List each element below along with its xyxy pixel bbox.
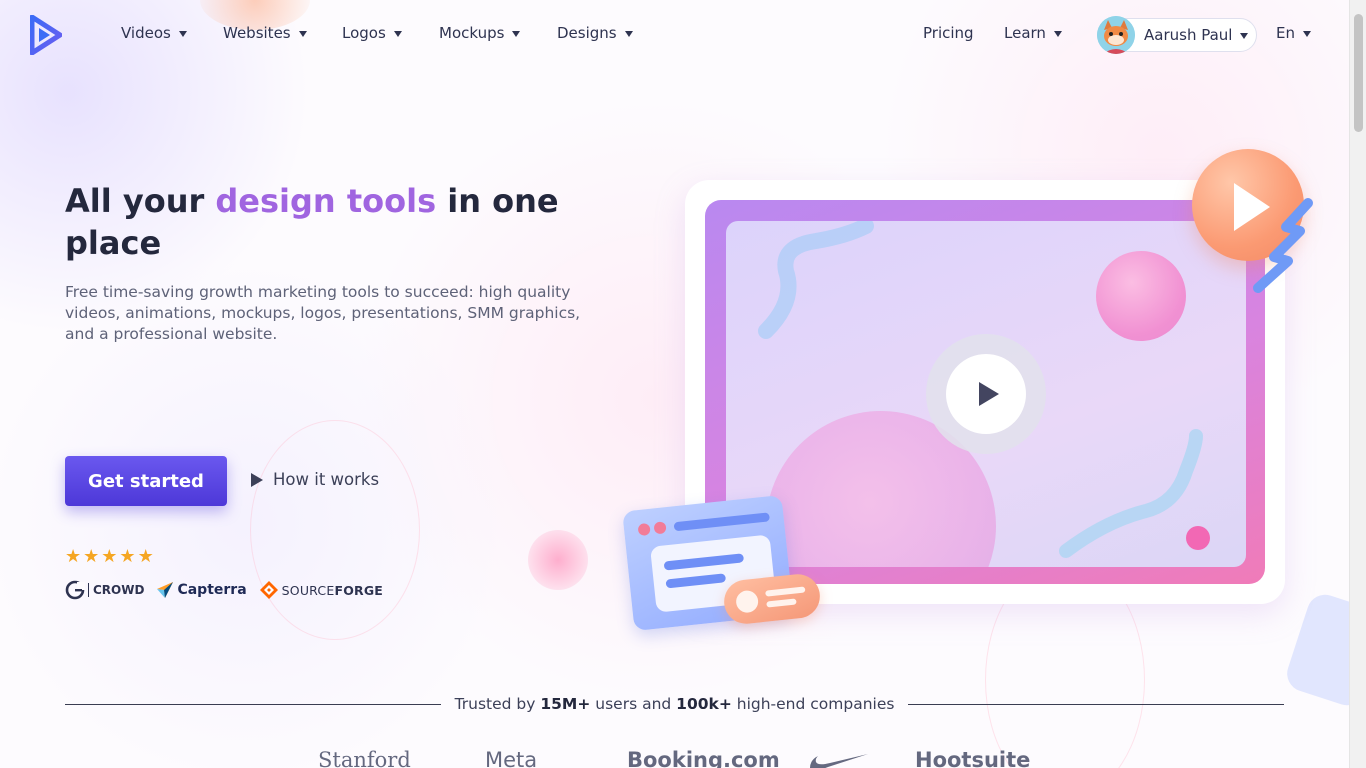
star-icon: ★ [137,546,154,567]
nav-item-label: Pricing [923,24,974,42]
capterra-badge[interactable]: Capterra [156,581,247,599]
g2-crowd-text: CROWD [88,583,144,597]
decorative-sphere [1186,526,1210,550]
divider-line [908,703,1284,705]
content-line [665,573,727,589]
window-address-bar [673,512,770,532]
window-dot [653,521,667,535]
sourceforge-icon [259,581,278,599]
g2-crowd-badge[interactable]: CROWD [65,580,144,600]
how-it-works-label: How it works [273,470,380,489]
trusted-prefix: Trusted by [454,695,541,713]
hero-subtitle: Free time-saving growth marketing tools … [65,283,581,343]
caret-down-icon [178,31,187,37]
language-label: En [1276,24,1295,42]
nav-item-mockups[interactable]: Mockups [439,24,521,42]
decorative-blob [528,530,588,590]
nav-item-designs[interactable]: Designs [557,24,633,42]
caret-down-icon [512,31,521,37]
decorative-ring [250,420,420,640]
brand-logo-hootsuite: Hootsuite [915,748,1031,768]
hero-illustration [620,145,1340,635]
page-scrollbar[interactable] [1349,0,1366,768]
play-video-button[interactable] [946,354,1026,434]
caret-down-icon [298,31,307,37]
trusted-companies-count: 100k+ [676,695,732,713]
language-selector[interactable]: En [1276,24,1311,42]
divider-line [65,703,441,705]
chat-line [766,598,797,608]
nav-item-label: Logos [342,24,386,42]
review-badges: CROWD Capterra SOURCE FORGE [65,580,383,600]
g2-icon [65,580,85,600]
nav-item-label: Designs [557,24,617,42]
user-name: Aarush Paul [1144,26,1233,44]
nav-item-pricing[interactable]: Pricing [923,24,974,42]
star-icon: ★ [101,546,118,567]
rating-stars: ★ ★ ★ ★ ★ [65,548,154,566]
chat-avatar-dot [735,589,760,614]
sourceforge-badge[interactable]: SOURCE FORGE [259,580,383,600]
caret-down-icon [1053,31,1062,37]
caret-down-icon [1240,33,1249,39]
nav-item-websites[interactable]: Websites [223,24,307,42]
user-menu-button[interactable]: Aarush Paul [1097,16,1257,54]
lightning-bolt-icon [1253,198,1313,293]
hero-title-accent: design tools [215,182,437,220]
window-dot [637,522,651,537]
play-icon [251,472,263,487]
hero-title: All your design tools in one place [65,180,585,264]
nav-item-label: Mockups [439,24,505,42]
content-line [663,553,745,571]
video-preview[interactable] [726,221,1246,567]
hero-title-part: All your [65,182,216,220]
nav-item-learn[interactable]: Learn [1004,24,1062,42]
brand-logo-meta: Meta [485,748,538,768]
avatar [1097,16,1135,54]
get-started-button[interactable]: Get started [65,456,227,506]
chat-line [765,586,806,597]
play-icon [978,382,999,406]
brand-logo[interactable] [29,14,63,56]
how-it-works-link[interactable]: How it works [251,470,379,489]
trusted-by-divider: Trusted by 15M+ users and 100k+ high-end… [65,692,1284,716]
caret-down-icon [1302,31,1311,37]
trusted-by-text: Trusted by 15M+ users and 100k+ high-end… [441,695,909,713]
brand-logo-booking: Booking.com [627,748,780,768]
sourceforge-text-a: SOURCE [281,582,335,598]
sourceforge-text-b: FORGE [334,582,384,598]
top-navigation: Videos Websites Logos Mockups Designs Pr… [0,0,1349,70]
nav-item-logos[interactable]: Logos [342,24,402,42]
caret-down-icon [624,31,633,37]
trusted-users-count: 15M+ [540,695,591,713]
caret-down-icon [393,31,402,37]
trusted-middle: users and [590,695,677,713]
capterra-text: Capterra [177,582,247,598]
nav-item-label: Websites [223,24,291,42]
star-icon: ★ [83,546,100,567]
brand-logo-stanford: Stanford [318,748,411,768]
nav-item-videos[interactable]: Videos [121,24,187,42]
star-icon: ★ [65,546,82,567]
scrollbar-thumb[interactable] [1354,14,1363,132]
capterra-icon [157,582,174,598]
client-logos: Stanford Meta Booking.com Hootsuite [0,748,1349,768]
decorative-sphere [1096,251,1186,341]
nav-item-label: Learn [1004,24,1046,42]
nike-swoosh-icon [810,754,868,768]
nav-item-label: Videos [121,24,171,42]
trusted-suffix: high-end companies [731,695,895,713]
star-icon: ★ [119,546,136,567]
